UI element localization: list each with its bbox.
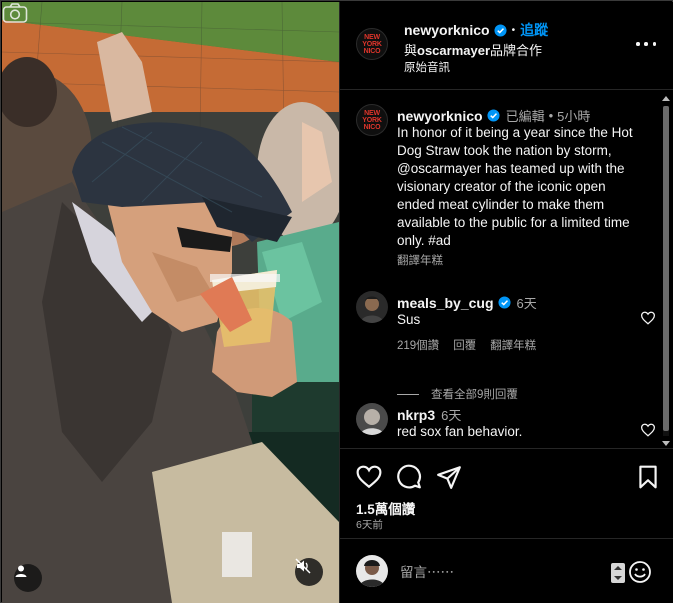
post-time-ago[interactable]: 6天前 [356, 517, 383, 532]
comment-input[interactable] [400, 563, 600, 581]
camera-icon[interactable] [2, 2, 28, 24]
current-user-avatar [356, 555, 388, 587]
follow-button[interactable]: 追蹤 [520, 20, 548, 40]
caption-username[interactable]: newyorknico [397, 108, 483, 124]
verified-badge-icon [487, 109, 500, 122]
share-icon[interactable] [436, 464, 462, 490]
comments-scrollbar[interactable] [661, 96, 671, 446]
comment-time[interactable]: 6天 [441, 405, 461, 424]
reply-button[interactable]: 回覆 [453, 337, 476, 353]
author-row: newyorknico • 追蹤 [404, 20, 548, 40]
scroll-up-arrow-icon[interactable] [662, 96, 670, 101]
commenter-avatar[interactable] [356, 291, 388, 323]
post-likes-count[interactable]: 1.5萬個讚 [356, 498, 415, 518]
scroll-down-arrow-icon[interactable] [662, 441, 670, 446]
save-icon[interactable] [635, 464, 661, 490]
post-modal: NEW YORK NICO newyorknico • 追蹤 與oscarmayer… [0, 0, 673, 603]
comment-text: red sox fan behavior. [397, 424, 523, 439]
more-options-icon[interactable] [636, 38, 656, 50]
mute-icon[interactable] [295, 558, 323, 586]
comment-like-heart-icon[interactable] [640, 311, 656, 325]
caption-time[interactable]: 5小時 [557, 106, 590, 125]
post-header: NEW YORK NICO newyorknico • 追蹤 與oscarmayer… [340, 2, 673, 90]
comment-translate-button[interactable]: 翻譯年糕 [490, 337, 536, 353]
view-replies-label: 查看全部9則回覆 [431, 389, 518, 401]
author-username[interactable]: newyorknico [404, 22, 490, 38]
partner-account-link[interactable]: oscarmayer [417, 43, 490, 58]
verified-badge-icon [494, 23, 507, 37]
comment-username[interactable]: meals_by_cug [397, 295, 494, 311]
dot-separator: • [511, 24, 516, 36]
post-details-panel: NEW YORK NICO newyorknico • 追蹤 與oscarmayer… [339, 2, 673, 603]
edited-label: 已編輯 [505, 109, 545, 124]
replies-divider-line [397, 393, 419, 395]
comment-header: meals_by_cug 6天 [397, 293, 537, 312]
post-actions: 1.5萬個讚 6天前 [340, 448, 673, 538]
scroll-thumb[interactable] [663, 106, 669, 431]
comment-header: nkrp3 6天 [397, 405, 461, 424]
post-video[interactable] [2, 2, 339, 603]
emoji-icon[interactable] [628, 560, 652, 584]
caption-header: newyorknico 已編輯 • 5小時 [397, 106, 590, 125]
add-comment-bar [340, 538, 673, 603]
stadium-photo [2, 2, 339, 603]
view-replies-button[interactable]: 查看全部9則回覆 [397, 386, 518, 402]
paid-partnership-label: 與oscarmayer品牌合作 [404, 40, 542, 59]
comment-actions: 219個讚 回覆 翻譯年糕 [397, 337, 536, 353]
user-tag-icon[interactable] [14, 564, 42, 592]
comment-text: Sus [397, 312, 421, 327]
caption-translate-button[interactable]: 翻譯年糕 [397, 252, 443, 268]
caption-author-avatar[interactable]: NEW YORK NICO [356, 104, 388, 136]
comment-icon[interactable] [396, 464, 422, 490]
comment-likes-count[interactable]: 219個讚 [397, 337, 439, 353]
comments-list[interactable]: NEW YORK NICO newyorknico 已編輯 • 5小時 In hon… [340, 91, 673, 447]
commenter-avatar[interactable] [356, 403, 388, 435]
verified-badge-icon [497, 296, 511, 309]
partner-suffix: 品牌合作 [490, 43, 543, 58]
input-stepper[interactable] [611, 563, 625, 583]
comment-time[interactable]: 6天 [517, 293, 537, 312]
brand-logo: NEW YORK NICO [362, 33, 382, 55]
audio-link[interactable]: 原始音訊 [404, 59, 450, 75]
brand-logo: NEW YORK NICO [362, 109, 382, 131]
comment-like-heart-icon[interactable] [640, 423, 656, 437]
heart-icon[interactable] [356, 464, 382, 490]
dot-separator: • [548, 108, 554, 123]
comment-username[interactable]: nkrp3 [397, 407, 435, 423]
caption-text: In honor of it being a year since the Ho… [397, 125, 633, 248]
author-avatar[interactable]: NEW YORK NICO [356, 28, 388, 60]
partner-prefix: 與 [404, 43, 418, 58]
